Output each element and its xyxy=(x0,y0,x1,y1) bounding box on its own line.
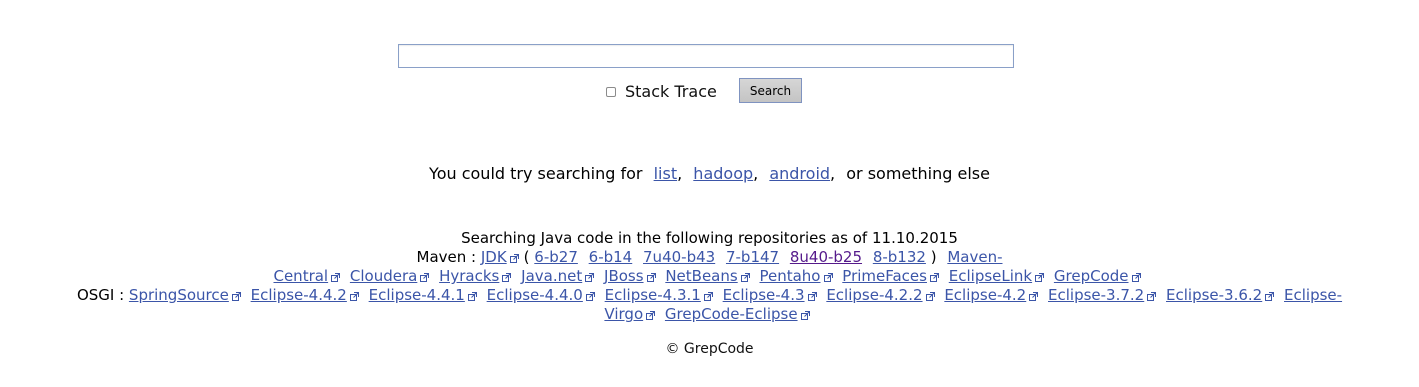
maven-line-2: Central Cloudera Hyracks Java.net JBoss … xyxy=(0,267,1419,286)
osgi-link[interactable]: Eclipse-4.2 xyxy=(944,286,1026,304)
external-link-icon xyxy=(420,273,430,282)
osgi-link-grepcode-eclipse[interactable]: GrepCode-Eclipse xyxy=(665,305,798,323)
jdk-version-link[interactable]: 7u40-b43 xyxy=(643,248,715,266)
external-link-icon xyxy=(925,292,935,301)
external-link-icon xyxy=(509,254,519,263)
maven-line-1: Maven : JDK( 6-b27 6-b14 7u40-b43 7-b147… xyxy=(416,248,1003,266)
osgi-link[interactable]: Eclipse-4.4.0 xyxy=(487,286,583,304)
osgi-link-eclipse-virgo[interactable]: Eclipse- xyxy=(1284,286,1342,304)
osgi-link[interactable]: Eclipse-4.3.1 xyxy=(605,286,701,304)
suggest-link-list[interactable]: list xyxy=(654,164,678,183)
search-button[interactable]: Search xyxy=(739,78,802,103)
suggest-link-android[interactable]: android xyxy=(769,164,830,183)
external-link-icon xyxy=(807,292,817,301)
repo-link-hyracks[interactable]: Hyracks xyxy=(439,267,499,285)
osgi-link-eclipse-virgo[interactable]: Virgo xyxy=(604,305,643,323)
search-input[interactable] xyxy=(398,44,1014,68)
external-link-icon xyxy=(349,292,359,301)
osgi-link[interactable]: Eclipse-4.4.2 xyxy=(251,286,347,304)
osgi-line-1: OSGI : SpringSource Eclipse-4.4.2 Eclips… xyxy=(0,286,1419,305)
suggest-suffix: or something else xyxy=(846,164,990,183)
external-link-icon xyxy=(1029,292,1039,301)
stack-trace-checkbox[interactable] xyxy=(606,87,616,97)
external-link-icon xyxy=(1147,292,1157,301)
osgi-label: OSGI : xyxy=(76,286,125,304)
repo-link-cloudera[interactable]: Cloudera xyxy=(350,267,417,285)
external-link-icon xyxy=(1035,273,1045,282)
osgi-link[interactable]: SpringSource xyxy=(129,286,229,304)
repo-link-jboss[interactable]: JBoss xyxy=(604,267,644,285)
external-link-icon xyxy=(703,292,713,301)
jdk-version-link[interactable]: 7-b147 xyxy=(726,248,779,266)
osgi-link[interactable]: Eclipse-4.4.1 xyxy=(369,286,465,304)
external-link-icon xyxy=(1131,273,1141,282)
repo-link-jdk[interactable]: JDK xyxy=(481,248,507,266)
repo-link-primefaces[interactable]: PrimeFaces xyxy=(842,267,927,285)
external-link-icon xyxy=(467,292,477,301)
maven-label: Maven : xyxy=(416,248,477,266)
suggest-prefix: You could try searching for xyxy=(429,164,643,183)
external-link-icon xyxy=(800,311,810,320)
repository-list: Searching Java code in the following rep… xyxy=(0,229,1419,324)
search-suggestions: You could try searching for list, hadoop… xyxy=(429,164,990,183)
external-link-icon xyxy=(740,273,750,282)
jdk-version-link[interactable]: 8u40-b25 xyxy=(790,248,862,266)
repo-link-netbeans[interactable]: NetBeans xyxy=(665,267,737,285)
external-link-icon xyxy=(331,273,341,282)
osgi-link[interactable]: Eclipse-3.7.2 xyxy=(1048,286,1144,304)
osgi-link[interactable]: Eclipse-3.6.2 xyxy=(1166,286,1262,304)
suggest-link-hadoop[interactable]: hadoop xyxy=(693,164,753,183)
external-link-icon xyxy=(929,273,939,282)
osgi-link[interactable]: Eclipse-4.3 xyxy=(723,286,805,304)
external-link-icon xyxy=(823,273,833,282)
repo-link-javanet[interactable]: Java.net xyxy=(521,267,582,285)
repo-link-maven-central[interactable]: Maven- xyxy=(947,248,1002,266)
repositories-heading: Searching Java code in the following rep… xyxy=(461,229,958,247)
external-link-icon xyxy=(1265,292,1275,301)
external-link-icon xyxy=(646,273,656,282)
stack-trace-label[interactable]: Stack Trace xyxy=(625,82,717,101)
external-link-icon xyxy=(502,273,512,282)
jdk-version-link[interactable]: 6-b27 xyxy=(534,248,578,266)
external-link-icon xyxy=(231,292,241,301)
external-link-icon xyxy=(585,273,595,282)
jdk-version-link[interactable]: 8-b132 xyxy=(873,248,926,266)
repo-link-eclipselink[interactable]: EclipseLink xyxy=(949,267,1032,285)
repo-link-pentaho[interactable]: Pentaho xyxy=(759,267,820,285)
stack-trace-option[interactable]: Stack Trace xyxy=(606,80,717,102)
osgi-link[interactable]: Eclipse-4.2.2 xyxy=(826,286,922,304)
external-link-icon xyxy=(646,311,656,320)
footer-copyright: © GrepCode xyxy=(665,341,754,357)
external-link-icon xyxy=(585,292,595,301)
repo-link-maven-central[interactable]: Central xyxy=(273,267,328,285)
osgi-line-2: Virgo GrepCode-Eclipse xyxy=(0,305,1419,324)
repo-link-grepcode[interactable]: GrepCode xyxy=(1054,267,1129,285)
jdk-version-link[interactable]: 6-b14 xyxy=(589,248,633,266)
